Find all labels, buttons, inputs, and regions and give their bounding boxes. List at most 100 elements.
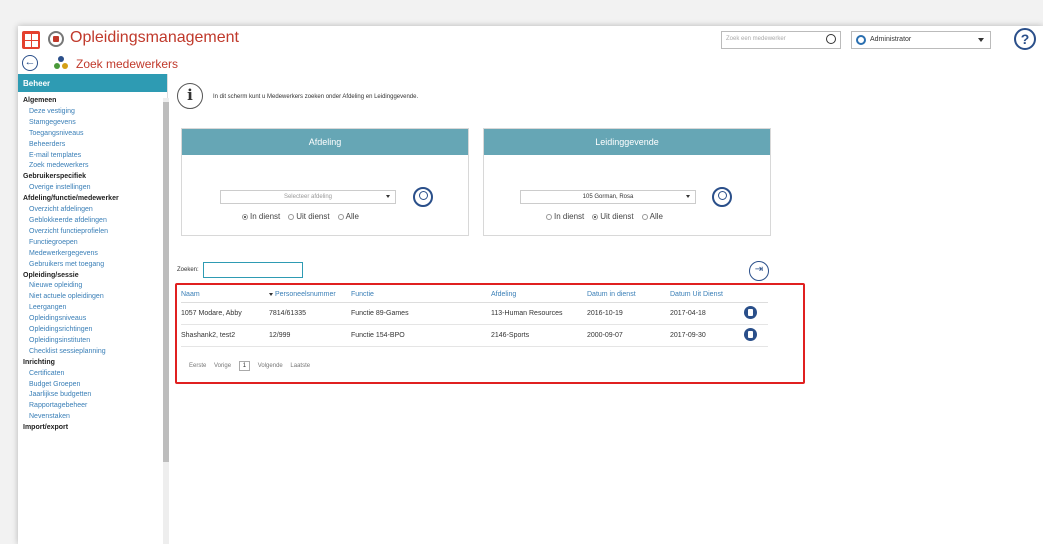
chevron-down-icon [978,38,984,42]
app-grid-icon[interactable] [22,31,40,49]
radio-button[interactable] [546,213,552,220]
cell-naam: Shashank2, test2 [181,324,269,347]
radio-label: In dienst [250,212,281,221]
pager-last[interactable]: Laatste [290,363,310,369]
sidebar-item[interactable]: Opleidingsniveaus [23,314,167,325]
search-placeholder: Zoek een medewerker [726,36,786,42]
col-datum-uit-dienst[interactable]: Datum Uit Dienst [670,288,744,303]
table-header-row: Naam Personeelsnummer Functie Afdeling D… [181,288,768,303]
sidebar-item[interactable]: Functiegroepen [23,238,167,249]
radio-label: Uit dienst [600,212,634,221]
col-actions [744,288,768,303]
sidebar-item[interactable]: Certificaten [23,369,167,380]
leidinggevende-select[interactable]: 105 Gorman, Rosa [520,190,696,204]
sidebar-section-title: Import/export [23,424,69,432]
cell-afdeling: 113-Human Resources [491,302,587,325]
sidebar-item[interactable]: Rapportagebeheer [23,401,167,412]
col-datum-in-dienst[interactable]: Datum in dienst [587,288,670,303]
radio-button[interactable] [337,213,344,220]
panel-afdeling-title: Afdeling [182,129,468,155]
sidebar-item[interactable]: Nevenstaken [23,412,167,423]
chevron-down-icon [386,195,390,198]
search-input[interactable]: Zoek een medewerker [721,31,841,49]
sidebar-item[interactable]: Beheerders [23,140,167,151]
sidebar-item[interactable]: Medewerkergegevens [23,249,167,260]
role-select[interactable]: Administrator [851,31,991,49]
col-functie[interactable]: Functie [351,288,491,303]
sidebar-item[interactable]: Checklist sessieplanning [23,347,167,358]
col-naam[interactable]: Naam [181,288,269,303]
sidebar-item[interactable]: Budget Groepen [23,380,167,391]
radio-label: In dienst [554,212,585,221]
sidebar-item[interactable]: Deze vestiging [23,107,167,118]
pager-prev[interactable]: Vorige [214,363,231,369]
pager-next[interactable]: Volgende [258,363,283,369]
sidebar-item[interactable]: Overige instellingen [23,183,167,194]
radio-button[interactable] [242,213,248,220]
col-personeelsnummer[interactable]: Personeelsnummer [269,288,351,303]
afdeling-search-button[interactable] [413,187,433,207]
radio-button[interactable] [592,213,599,220]
cell-naam: 1057 Modare, Abby [181,302,269,325]
afdeling-select-value: Selecteer afdeling [283,194,333,200]
sidebar-item[interactable]: Opleidingsinstituten [23,336,167,347]
radio-label: Uit dienst [296,212,330,221]
sidebar-section-title: Algemeen [23,97,57,104]
sidebar-item[interactable]: Overzicht functieprofielen [23,227,167,238]
pager-current-page[interactable]: 1 [238,361,251,371]
table-row[interactable]: 1057 Modare, Abby 7814/61335 Functie 89-… [181,302,768,325]
radio-button[interactable] [288,213,295,220]
chevron-down-icon [686,195,690,198]
leidinggevende-status-radios: In dienst Uit dienst Alle [538,212,663,221]
cell-datum-in: 2016-10-19 [587,302,670,325]
sidebar-section-title: Inrichting [23,358,55,366]
sidebar-list: Algemeen Deze vestiging Stamgegevens Toegan… [18,92,167,434]
logo-icon [48,31,64,47]
sidebar-item[interactable]: Niet actuele opleidingen [23,292,167,303]
cell-datum-uit: 2017-09-30 [670,324,744,347]
afdeling-status-radios: In dienst Uit dienst Alle [234,212,359,221]
table-row[interactable]: Shashank2, test2 12/999 Functie 154-BPO … [181,324,768,347]
radio-button[interactable] [641,213,648,220]
back-icon[interactable]: ← [22,55,38,71]
sidebar-item[interactable]: Overzicht afdelingen [23,205,167,216]
sidebar-section-title: Gebruikerspecifiek [23,173,87,181]
sidebar-item[interactable]: Leergangen [23,303,167,314]
sidebar-item[interactable]: Geblokkeerde afdelingen [23,216,167,227]
help-icon[interactable]: ? [1014,28,1036,50]
sidebar-item[interactable]: Zoek medewerkers [23,161,167,172]
sidebar-item[interactable]: Toegangsniveaus [23,129,167,140]
main-content: i In dit scherm kunt u Medewerkers zoeke… [169,74,1043,544]
zoeken-input[interactable] [203,262,303,278]
cell-personeelsnummer: 7814/61335 [269,302,351,325]
zoeken-label: Zoeken: [177,267,199,273]
col-afdeling[interactable]: Afdeling [491,288,587,303]
people-icon [54,56,68,70]
leidinggevende-search-button[interactable] [712,187,732,207]
cell-functie: Functie 89-Games [351,302,491,325]
afdeling-select[interactable]: Selecteer afdeling [220,190,396,204]
results-table: Naam Personeelsnummer Functie Afdeling D… [181,288,768,347]
panel-afdeling: Afdeling Selecteer afdeling In dienst Uit… [181,128,469,236]
trash-icon[interactable] [744,327,757,341]
col-personeelsnummer-label: Personeelsnummer [275,291,336,299]
cell-personeelsnummer: 12/999 [269,324,351,347]
app-window: Opleidingsmanagement Zoek een medewerker… [18,26,1043,544]
sidebar-header: Beheer [18,74,167,92]
export-icon[interactable]: ⇥ [749,261,769,281]
sidebar-item[interactable]: Nieuwe opleiding [23,281,167,292]
panel-leidinggevende: Leidinggevende 105 Gorman, Rosa In diens… [483,128,771,236]
search-icon[interactable] [826,34,836,44]
sidebar-item[interactable]: E-mail templates [23,151,167,162]
sidebar-item[interactable]: Opleidingsrichtingen [23,325,167,336]
cell-datum-uit: 2017-04-18 [670,302,744,325]
info-icon: i [177,83,203,109]
trash-icon[interactable] [744,305,757,319]
sidebar: Beheer Algemeen Deze vestiging Stamgegeven… [18,74,169,544]
sidebar-item[interactable]: Stamgegevens [23,118,167,129]
sidebar-item[interactable]: Gebruikers met toegang [23,260,167,271]
sidebar-item[interactable]: Jaarlijkse budgetten [23,390,167,401]
sub-bar: ← Zoek medewerkers [18,54,1043,74]
cell-datum-in: 2000-09-07 [587,324,670,347]
pager-first[interactable]: Eerste [189,363,206,369]
